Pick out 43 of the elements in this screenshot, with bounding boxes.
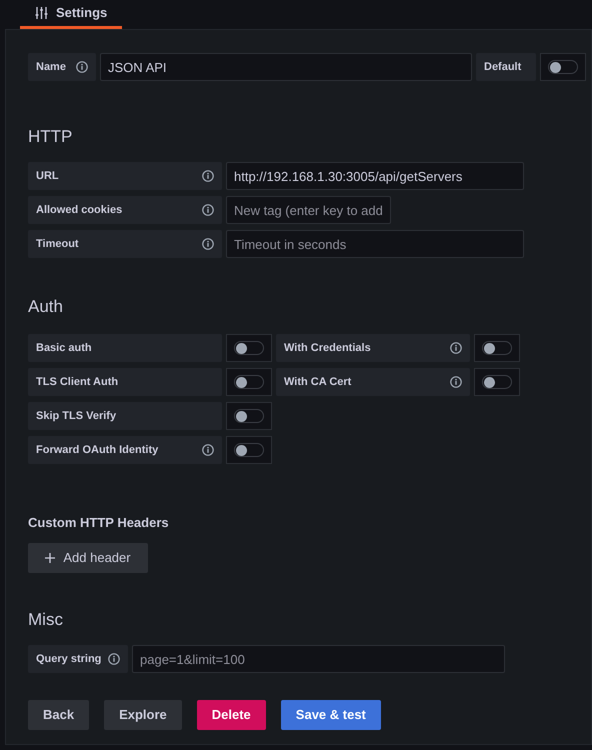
info-icon (202, 444, 214, 456)
toggle-switch[interactable] (226, 334, 272, 362)
info-icon (202, 204, 214, 216)
action-button[interactable]: Save & test (280, 700, 381, 730)
info-icon (108, 653, 120, 665)
plus-icon (45, 553, 56, 563)
toggle-switch[interactable] (540, 53, 586, 81)
sliders-icon (35, 6, 48, 20)
section-heading: Misc (28, 611, 64, 628)
field-label: Allowed cookies (28, 196, 222, 224)
info-icon (450, 376, 462, 388)
field-label: Forward OAuth Identity (28, 436, 222, 464)
field-label: With CA Cert (276, 368, 470, 396)
add-header-button[interactable]: Add header (28, 543, 148, 573)
info-icon (202, 238, 214, 250)
field-label: Skip TLS Verify (28, 402, 222, 430)
toggle-switch[interactable] (474, 368, 520, 396)
toggle-switch[interactable] (226, 368, 272, 396)
section-heading: Custom HTTP Headers (28, 516, 170, 529)
input-field[interactable]: page=1&limit=100 (132, 645, 505, 673)
input-field[interactable]: JSON API (100, 53, 472, 81)
field-label: Timeout (28, 230, 222, 258)
info-icon (450, 342, 462, 354)
section-heading: Auth (28, 298, 64, 315)
field-label: TLS Client Auth (28, 368, 222, 396)
section-heading: HTTP (28, 128, 74, 145)
input-field[interactable]: http://192.168.1.30:3005/api/getServers (226, 162, 524, 190)
field-label: Name (28, 53, 96, 81)
toggle-switch[interactable] (474, 334, 520, 362)
field-label: Query string (28, 645, 128, 673)
input-field[interactable]: New tag (enter key to add (226, 196, 391, 224)
action-button[interactable]: Explore (104, 700, 182, 730)
field-label: With Credentials (276, 334, 470, 362)
field-label: URL (28, 162, 222, 190)
input-field[interactable]: Timeout in seconds (226, 230, 524, 258)
action-button[interactable]: Back (28, 700, 90, 730)
field-label: Default (476, 53, 536, 81)
toggle-switch[interactable] (226, 436, 272, 464)
action-button[interactable]: Delete (196, 700, 266, 730)
info-icon (202, 170, 214, 182)
toggle-switch[interactable] (226, 402, 272, 430)
info-icon (76, 61, 88, 73)
field-label: Basic auth (28, 334, 222, 362)
